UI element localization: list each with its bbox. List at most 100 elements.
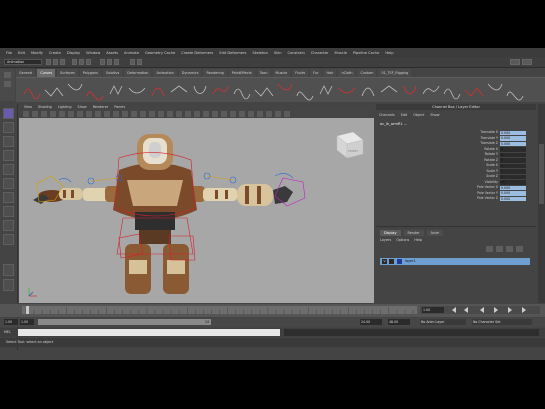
shelf-tab-fluids[interactable]: Fluids: [292, 69, 309, 77]
viewport-toolbar-icon[interactable]: [50, 111, 56, 117]
last-tool-icon[interactable]: [3, 234, 14, 245]
selected-object-name[interactable]: ac_ik_armR1 ...: [380, 122, 407, 126]
menu-pipeline-cache[interactable]: Pipeline Cache: [353, 51, 379, 55]
attribute-editor-tab[interactable]: [538, 104, 545, 303]
go-to-end-icon[interactable]: [522, 307, 526, 313]
universal-manipulator-icon[interactable]: [3, 192, 14, 203]
shelf-tab-polygons[interactable]: Polygons: [79, 69, 101, 77]
menu-constrain[interactable]: Constrain: [288, 51, 305, 55]
play-backward-icon[interactable]: [480, 307, 484, 313]
attribute-value-field[interactable]: 0.000: [500, 191, 526, 196]
menu-window[interactable]: Window: [86, 51, 100, 55]
play-forward-icon[interactable]: [494, 307, 498, 313]
new-layer-icon[interactable]: [506, 246, 513, 252]
viewport-toolbar-icon[interactable]: [104, 111, 110, 117]
shelf-tab-painteffects[interactable]: PaintEffects: [228, 69, 255, 77]
rotate-tool-icon[interactable]: [3, 164, 14, 175]
layer-menu-options[interactable]: Options: [396, 238, 409, 242]
layer-tab-anim[interactable]: Anim: [426, 230, 444, 236]
viewport-toolbar-icon[interactable]: [41, 111, 47, 117]
menu-geometry-cache[interactable]: Geometry Cache: [145, 51, 175, 55]
viewport-toolbar-icon[interactable]: [23, 111, 29, 117]
move-tool-icon[interactable]: [3, 150, 14, 161]
viewport-toolbar-icon[interactable]: [86, 111, 92, 117]
show-manipulator-icon[interactable]: [3, 220, 14, 231]
viewport-toolbar-icon[interactable]: [248, 111, 254, 117]
channel-menu-show[interactable]: Show: [430, 112, 439, 118]
curve-tool-icon[interactable]: [128, 87, 146, 94]
curve-tool-icon[interactable]: [86, 91, 104, 101]
curve-tool-icon[interactable]: [193, 85, 207, 94]
menu-animate[interactable]: Animate: [124, 51, 139, 55]
channel-menu-channels[interactable]: Channels: [379, 112, 395, 118]
layer-row[interactable]: V layer1: [380, 258, 530, 265]
channel-menu-edit[interactable]: Edit: [401, 112, 408, 118]
curve-tool-icon[interactable]: [361, 87, 375, 97]
shelf-tab-01-tsf-rigging[interactable]: 01_TSF_Rigging: [378, 69, 412, 77]
attribute-value-field[interactable]: 0.000: [500, 136, 526, 141]
viewport-toolbar-icon[interactable]: [77, 111, 83, 117]
viewport-toolbar-icon[interactable]: [68, 111, 74, 117]
shelf-tab-muscle[interactable]: Muscle: [272, 69, 291, 77]
curve-tool-icon[interactable]: [67, 83, 83, 91]
toggle-panel-icon[interactable]: [510, 59, 520, 65]
viewport-toolbar-icon[interactable]: [122, 111, 128, 117]
menu-modify[interactable]: Modify: [31, 51, 43, 55]
lasso-tool-icon[interactable]: [3, 122, 14, 133]
time-slider[interactable]: 1.00: [0, 304, 545, 317]
viewport-toolbar-icon[interactable]: [203, 111, 209, 117]
attribute-value-field[interactable]: 0.000: [500, 130, 526, 136]
shelf-tab-animation[interactable]: Animation: [153, 69, 177, 77]
render-icon[interactable]: [130, 59, 135, 65]
attribute-row[interactable]: Pole Vector Z 0.000: [380, 196, 532, 202]
curve-tool-icon[interactable]: [443, 88, 461, 100]
menu-skeleton[interactable]: Skeleton: [252, 51, 268, 55]
menu-edit-deformers[interactable]: Edit Deformers: [219, 51, 246, 55]
layer-color-swatch[interactable]: [397, 259, 402, 264]
range-bar[interactable]: 24: [38, 319, 211, 325]
attribute-value-field[interactable]: 0.000: [500, 185, 526, 191]
curve-tool-icon[interactable]: [422, 85, 440, 95]
3d-viewport[interactable]: FRONT: [19, 118, 374, 303]
attribute-value-field[interactable]: 0: [500, 147, 526, 152]
channel-box-toggle-icon[interactable]: [522, 59, 532, 65]
curve-tool-icon[interactable]: [170, 85, 188, 93]
curve-tool-icon[interactable]: [296, 91, 314, 101]
step-back-icon[interactable]: [464, 307, 468, 313]
anim-layer-dropdown[interactable]: No Anim Layer: [420, 319, 466, 325]
shelf-tab-general[interactable]: General: [16, 69, 36, 77]
scale-tool-icon[interactable]: [3, 178, 14, 189]
curve-tool-icon[interactable]: [151, 87, 165, 97]
select-tool-icon[interactable]: [3, 108, 14, 119]
curve-tool-icon[interactable]: [380, 85, 398, 93]
attribute-value-field[interactable]: on: [500, 180, 526, 185]
shelf-tab-rendering[interactable]: Rendering: [203, 69, 227, 77]
viewport-toolbar-icon[interactable]: [194, 111, 200, 117]
shelf-tab-ncloth[interactable]: nCloth: [338, 69, 356, 77]
shelf-edit-icon[interactable]: [4, 81, 11, 87]
menu-create-deformers[interactable]: Create Deformers: [181, 51, 213, 55]
viewport-toolbar-icon[interactable]: [131, 111, 137, 117]
viewport-toolbar-icon[interactable]: [176, 111, 182, 117]
layer-playback-toggle[interactable]: [389, 259, 394, 264]
anim-start-field[interactable]: 1.00: [4, 319, 18, 325]
shelf-tab-deformation[interactable]: Deformation: [124, 69, 152, 77]
shelf-tab-dynamics[interactable]: Dynamics: [178, 69, 202, 77]
shelf-tab-subdivs[interactable]: Subdivs: [102, 69, 123, 77]
robot-character[interactable]: [33, 134, 293, 294]
curve-tool-icon[interactable]: [277, 83, 293, 91]
curve-tool-icon[interactable]: [403, 85, 417, 94]
viewport-toolbar-icon[interactable]: [257, 111, 263, 117]
curve-tool-icon[interactable]: [233, 88, 251, 100]
layer-tab-display[interactable]: Display: [380, 230, 401, 236]
menu-skin[interactable]: Skin: [274, 51, 282, 55]
viewport-toolbar-icon[interactable]: [185, 111, 191, 117]
select-object-icon[interactable]: [79, 59, 84, 65]
snap-point-icon[interactable]: [114, 59, 119, 65]
anim-end-field[interactable]: 48.00: [388, 319, 410, 325]
attribute-value-field[interactable]: 1: [500, 163, 526, 169]
layer-tab-render[interactable]: Render: [403, 230, 424, 236]
attribute-value-field[interactable]: 0.000: [500, 196, 526, 202]
time-slider-track[interactable]: [22, 306, 417, 314]
shelf-menu-icon[interactable]: [4, 72, 11, 78]
